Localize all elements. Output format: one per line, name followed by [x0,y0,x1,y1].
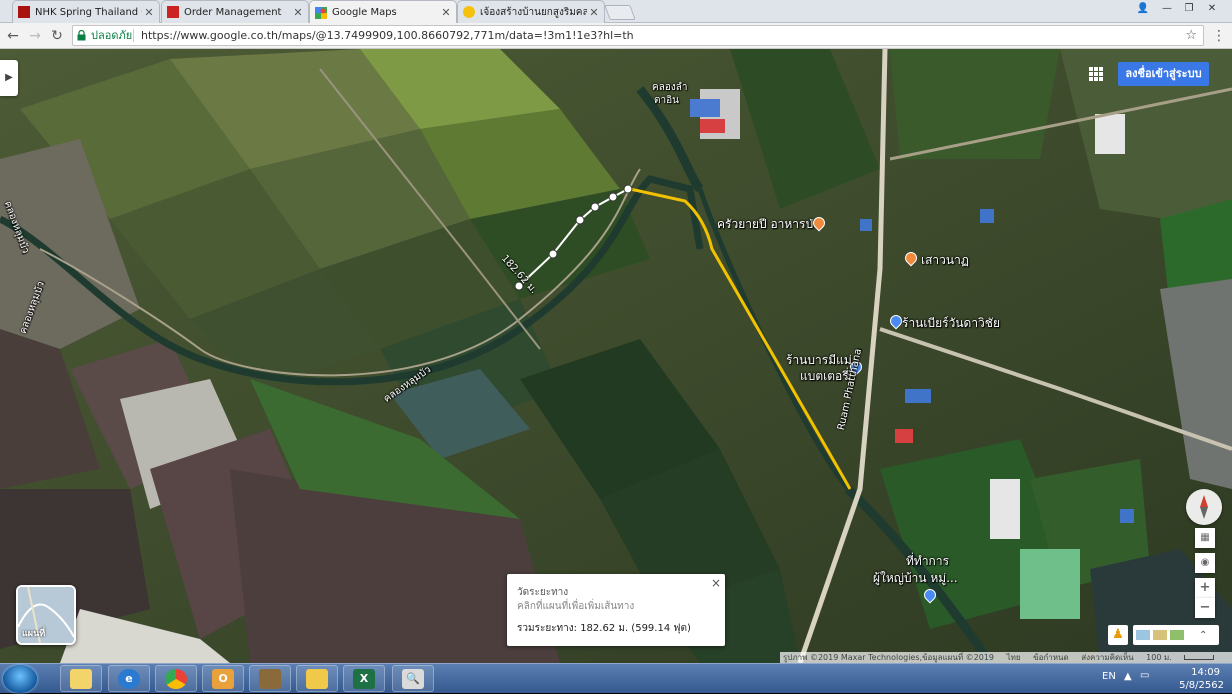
measure-total: รวมระยะทาง: 182.62 ม. (599.14 ฟุต) [517,623,691,634]
compass-control[interactable] [1186,489,1222,525]
terms-link[interactable]: ข้อกำหนด [1033,653,1069,662]
system-tray: EN ▲ ▭ 14:09 5/8/2562 [1102,664,1232,694]
address-bar[interactable]: ปลอดภัย https://www.google.co.th/maps/@1… [72,25,1204,46]
layer-thumb-icon[interactable] [1153,630,1167,640]
clock-time[interactable]: 14:09 [1191,667,1220,678]
language-indicator[interactable]: EN [1102,671,1116,682]
url-separator [133,29,134,42]
tray-expand-icon[interactable]: ▲ [1124,671,1132,682]
close-tab-icon[interactable]: ✕ [439,6,453,19]
tilt-button[interactable]: ▦ [1195,528,1215,548]
map-attribution-bar: รูปภาพ ©2019 Maxar Technologies,ข้อมูลแผ… [780,652,1232,663]
taskbar-chrome[interactable] [155,665,197,692]
measure-distance-card: วัดระยะทาง คลิกที่แผนที่เพื่อเพิ่มเส้นทา… [507,574,725,646]
app-icon [259,668,281,689]
sign-in-button[interactable]: ลงชื่อเข้าสู่ระบบ [1118,62,1209,86]
map-view-toggle[interactable]: แผนที่ [16,585,76,645]
internet-explorer-icon: e [118,668,140,689]
chrome-icon [165,668,187,689]
secure-label: ปลอดภัย [91,29,133,42]
tab-nhk-spring[interactable]: NHK Spring Thailand Co ✕ [12,0,160,23]
tab-house-forum[interactable]: เจ้องสร้างบ้านยกสูงริมคลอง - ✕ [457,0,605,23]
compass-icon [1200,495,1208,519]
tab-order-management[interactable]: Order Management ✕ [161,0,309,23]
close-tab-icon[interactable]: ✕ [142,6,156,19]
close-window-button[interactable]: ✕ [1203,2,1221,16]
forward-button[interactable]: → [26,27,44,45]
taskbar-excel[interactable]: X [343,665,385,692]
feedback-link[interactable]: ส่งความคิดเห็น [1081,653,1133,662]
satellite-imagery [0,49,1232,663]
browser-toolbar: ← → ↻ ปลอดภัย https://www.google.co.th/m… [0,23,1232,49]
imagery-layers-strip[interactable]: ⌃ [1133,625,1219,645]
taskbar-file-explorer[interactable] [296,665,338,692]
taskbar-search-app[interactable]: 🔍 [392,665,434,692]
network-icon[interactable]: ▭ [1140,670,1149,681]
scale-label[interactable]: 100 ม. [1146,653,1172,662]
close-tab-icon[interactable]: ✕ [291,6,305,19]
measure-hint: คลิกที่แผนที่เพื่อเพิ่มเส้นทาง [517,601,635,612]
place-label-sao[interactable]: เสาวนาฏ [921,251,969,270]
clock-date[interactable]: 5/8/2562 [1179,680,1224,691]
pegman-icon[interactable]: ♟ [1108,625,1128,645]
outlook-icon: O [212,668,234,689]
chrome-menu-icon[interactable]: ⋮ [1210,27,1228,45]
file-explorer-icon [306,668,328,689]
magnifier-icon: 🔍 [402,668,424,689]
tab-google-maps[interactable]: Google Maps ✕ [309,0,457,24]
zoom-in-button[interactable]: + [1195,578,1215,598]
google-maps-favicon-icon [315,6,327,19]
smiley-favicon-icon [463,6,475,18]
url-text[interactable]: https://www.google.co.th/maps/@13.749990… [141,26,634,45]
tab-title: NHK Spring Thailand Co [35,6,142,18]
tab-title: Google Maps [332,7,397,18]
tab-title: เจ้องสร้างบ้านยกสูงริมคลอง - [480,6,587,18]
taskbar-app[interactable] [249,665,291,692]
folder-icon [70,668,92,689]
imagery-credit: รูปภาพ ©2019 Maxar Technologies,ข้อมูลแผ… [783,653,995,662]
windows-taskbar: e O X 🔍 EN ▲ ▭ 14:09 5/8/2562 [0,663,1232,693]
order-favicon-icon [167,6,179,18]
place-label-restaurant[interactable]: ครัวยายปี อาหารป่า [717,215,820,234]
nhk-favicon-icon [18,6,30,18]
user-profile-icon[interactable]: 👤 [1134,2,1152,16]
browser-tab-strip: NHK Spring Thailand Co ✕ Order Managemen… [0,0,1232,24]
taskbar-internet-explorer[interactable]: e [108,665,150,692]
place-label-beer-shop[interactable]: ร้านเบียร์วันดาวิชัย [902,314,1000,333]
place-label-village-office[interactable]: ผู้ใหญ่บ้าน หมู่... [873,569,958,588]
restore-button[interactable]: ❐ [1180,2,1198,16]
start-button[interactable] [3,665,37,693]
country-link[interactable]: ไทย [1007,653,1021,662]
back-button[interactable]: ← [4,27,22,45]
close-icon[interactable]: × [711,576,721,590]
bookmark-star-icon[interactable]: ☆ [1185,26,1197,45]
map-view-label: แผนที่ [22,629,46,639]
layer-thumb-icon[interactable] [1136,630,1150,640]
zoom-out-button[interactable]: − [1195,598,1215,618]
new-tab-button[interactable] [604,5,636,20]
taskbar-outlook[interactable]: O [202,665,244,692]
excel-icon: X [353,668,375,689]
layer-thumb-icon[interactable] [1170,630,1184,640]
my-location-button[interactable]: ◉ [1195,553,1215,573]
satellite-map[interactable]: คลองลำ ตาอิน ครัวยายปี อาหารป่า เสาวนาฏ … [0,49,1232,663]
close-tab-icon[interactable]: ✕ [587,6,601,19]
expand-side-panel-button[interactable]: ▶ [0,60,18,96]
expand-layers-icon[interactable]: ⌃ [1199,630,1207,641]
place-label-bari[interactable]: แบตเตอรี่ [800,367,849,386]
minimize-button[interactable]: — [1158,2,1176,16]
google-apps-icon[interactable] [1089,67,1103,81]
lock-icon [77,30,86,41]
scale-bar [1184,655,1215,660]
tab-title: Order Management [184,6,282,18]
taskbar-explorer-libraries[interactable] [60,665,102,692]
measure-title: วัดระยะทาง [517,587,569,598]
reload-button[interactable]: ↻ [48,27,66,45]
canal-label: ตาอิน [654,95,679,106]
